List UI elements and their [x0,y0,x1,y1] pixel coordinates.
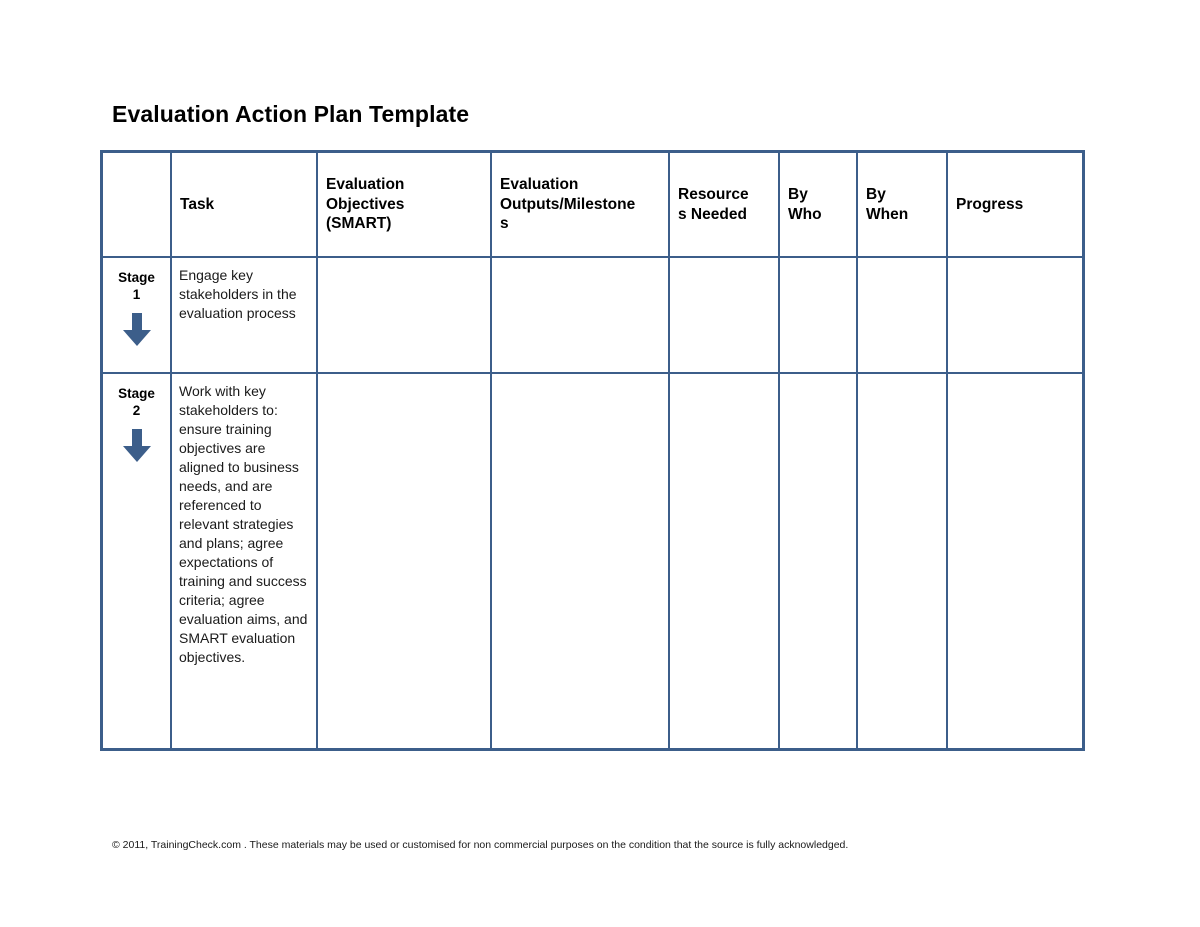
header-progress-text: Progress [956,195,1023,215]
header-by-who-line-2: Who [788,205,822,223]
task-cell-1: Engage key stakeholders in the evaluatio… [170,256,318,374]
objectives-text-2 [318,374,490,390]
header-objectives-line-1: Evaluation [326,176,405,194]
header-cell-task: Task [170,151,318,258]
by-who-cell-1[interactable] [778,256,858,374]
task-text-1: Engage key stakeholders in the evaluatio… [179,267,297,321]
by-when-cell-1[interactable] [856,256,948,374]
footer-copyright: © 2011, TrainingCheck.com . These materi… [112,839,849,851]
header-cell-stage [101,151,172,258]
header-resources-text: Resource s Needed [678,185,749,224]
task-text-2: Work with key stakeholders to: ensure tr… [179,383,308,665]
stage-cell-2: Stage 2 [101,372,172,750]
header-objectives-text: Evaluation Objectives (SMART) [326,175,404,234]
stage-number-2: 2 [132,403,141,418]
header-objectives-line-2: Objectives [326,195,405,213]
by-when-text-1 [858,258,946,274]
outputs-text-2 [492,374,668,390]
header-objectives-line-3: (SMART) [326,215,392,233]
stage-label-1: Stage [118,270,155,285]
down-arrow-icon [122,429,151,462]
header-outputs-text: Evaluation Outputs/Milestone s [500,175,635,234]
stage-cell-1: Stage 1 [101,256,172,374]
header-outputs-line-3: s [500,215,509,233]
progress-cell-1[interactable] [946,256,1084,374]
by-who-text-2 [780,374,856,390]
header-resources-line-1: Resource [678,186,749,203]
down-arrow-icon [122,313,151,346]
evaluation-action-plan-table: Task Evaluation Objectives (SMART) Evalu… [100,150,1085,751]
page-title: Evaluation Action Plan Template [112,101,470,127]
progress-text-2 [948,374,1082,390]
table-header-row: Task Evaluation Objectives (SMART) Evalu… [101,151,1084,258]
header-progress-line-1: Progress [956,195,1024,213]
resources-text-1 [670,258,778,274]
by-when-cell-2[interactable] [856,372,948,750]
outputs-cell-2[interactable] [490,372,670,750]
by-who-cell-2[interactable] [778,372,858,750]
header-cell-resources: Resource s Needed [668,151,780,258]
header-resources-line-2: s Needed [678,205,747,223]
header-stage-empty [103,153,170,256]
header-cell-progress: Progress [946,151,1084,258]
table-row: Stage 1 Engage key stakeholders in the e… [101,256,1084,374]
header-by-who-line-1: By [788,186,808,203]
header-cell-by-when: By When [856,151,948,258]
header-cell-objectives: Evaluation Objectives (SMART) [316,151,492,258]
outputs-text-1 [492,258,668,274]
objectives-text-1 [318,258,490,274]
header-cell-by-who: By Who [778,151,858,258]
resources-cell-2[interactable] [668,372,780,750]
header-task-line-1: Task [180,195,215,213]
task-cell-2: Work with key stakeholders to: ensure tr… [170,372,318,750]
progress-cell-2[interactable] [946,372,1084,750]
header-outputs-line-2: Outputs/Milestone [500,195,636,213]
header-by-when-line-1: By [866,186,886,203]
resources-cell-1[interactable] [668,256,780,374]
resources-text-2 [670,374,778,390]
stage-number-1: 1 [132,287,141,302]
header-task-text: Task [180,195,214,215]
by-who-text-1 [780,258,856,274]
stage-label-2: Stage [118,386,155,401]
header-by-when-text: By When [866,185,908,224]
header-by-when-line-2: When [866,205,909,223]
outputs-cell-1[interactable] [490,256,670,374]
by-when-text-2 [858,374,946,390]
header-outputs-line-1: Evaluation [500,176,579,194]
document-page: Evaluation Action Plan Template Task Eva… [0,0,1200,927]
table-row: Stage 2 Work with key stakeholders to: e… [101,372,1084,750]
header-by-who-text: By Who [788,185,822,224]
objectives-cell-1[interactable] [316,256,492,374]
progress-text-1 [948,258,1082,274]
objectives-cell-2[interactable] [316,372,492,750]
header-cell-outputs: Evaluation Outputs/Milestone s [490,151,670,258]
